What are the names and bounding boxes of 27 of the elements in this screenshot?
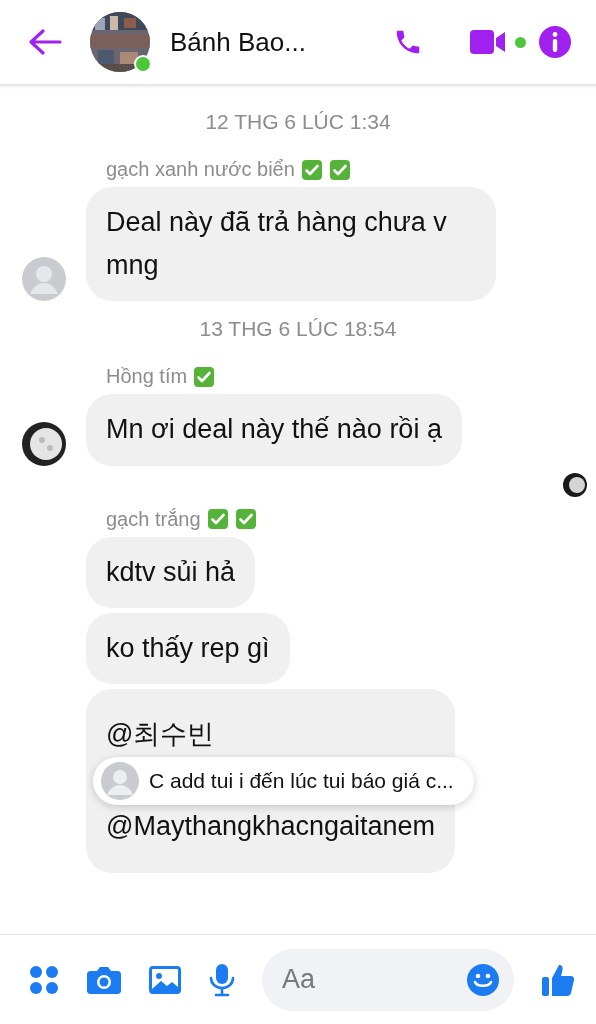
microphone-button[interactable] <box>208 962 236 997</box>
video-call-button[interactable] <box>469 29 526 55</box>
check-badge-icon <box>328 158 351 181</box>
contact-name[interactable]: Bánh Bao... <box>170 26 393 58</box>
check-badge-icon <box>206 508 229 531</box>
avatar-icon <box>101 761 139 800</box>
timestamp: 12 THG 6 LÚC 1:34 <box>204 110 392 134</box>
gallery-button[interactable] <box>148 964 182 995</box>
message-bubble[interactable]: Deal này đã trả hàng chưa v mng <box>86 187 496 302</box>
check-badge-icon <box>300 158 323 181</box>
reply-toast[interactable]: C add tui i đến lúc tui báo giá c... <box>93 756 474 805</box>
sender-name: Hồng tím <box>106 365 188 389</box>
message-bubble[interactable]: Mn ơi deal này thế nào rồi ạ <box>86 394 462 466</box>
emoji-icon[interactable] <box>466 962 500 997</box>
message-bubble[interactable]: kdtv sủi hả <box>86 536 256 608</box>
message-bubble[interactable]: ko thấy rep gì <box>86 612 290 684</box>
reply-text: C add tui i đến lúc tui báo giá c... <box>149 768 454 793</box>
apps-button[interactable] <box>28 963 60 996</box>
check-badge-icon <box>193 365 216 388</box>
sender-name: gạch trắng <box>106 507 201 531</box>
timestamp: 13 THG 6 LÚC 18:54 <box>198 317 398 342</box>
check-badge-icon <box>234 508 257 531</box>
info-button[interactable] <box>538 25 572 59</box>
sender-name: gạch xanh nước biển <box>106 158 295 181</box>
back-button[interactable] <box>28 28 62 56</box>
message-input[interactable]: Aa <box>262 948 514 1011</box>
seen-avatar-icon <box>562 471 588 498</box>
